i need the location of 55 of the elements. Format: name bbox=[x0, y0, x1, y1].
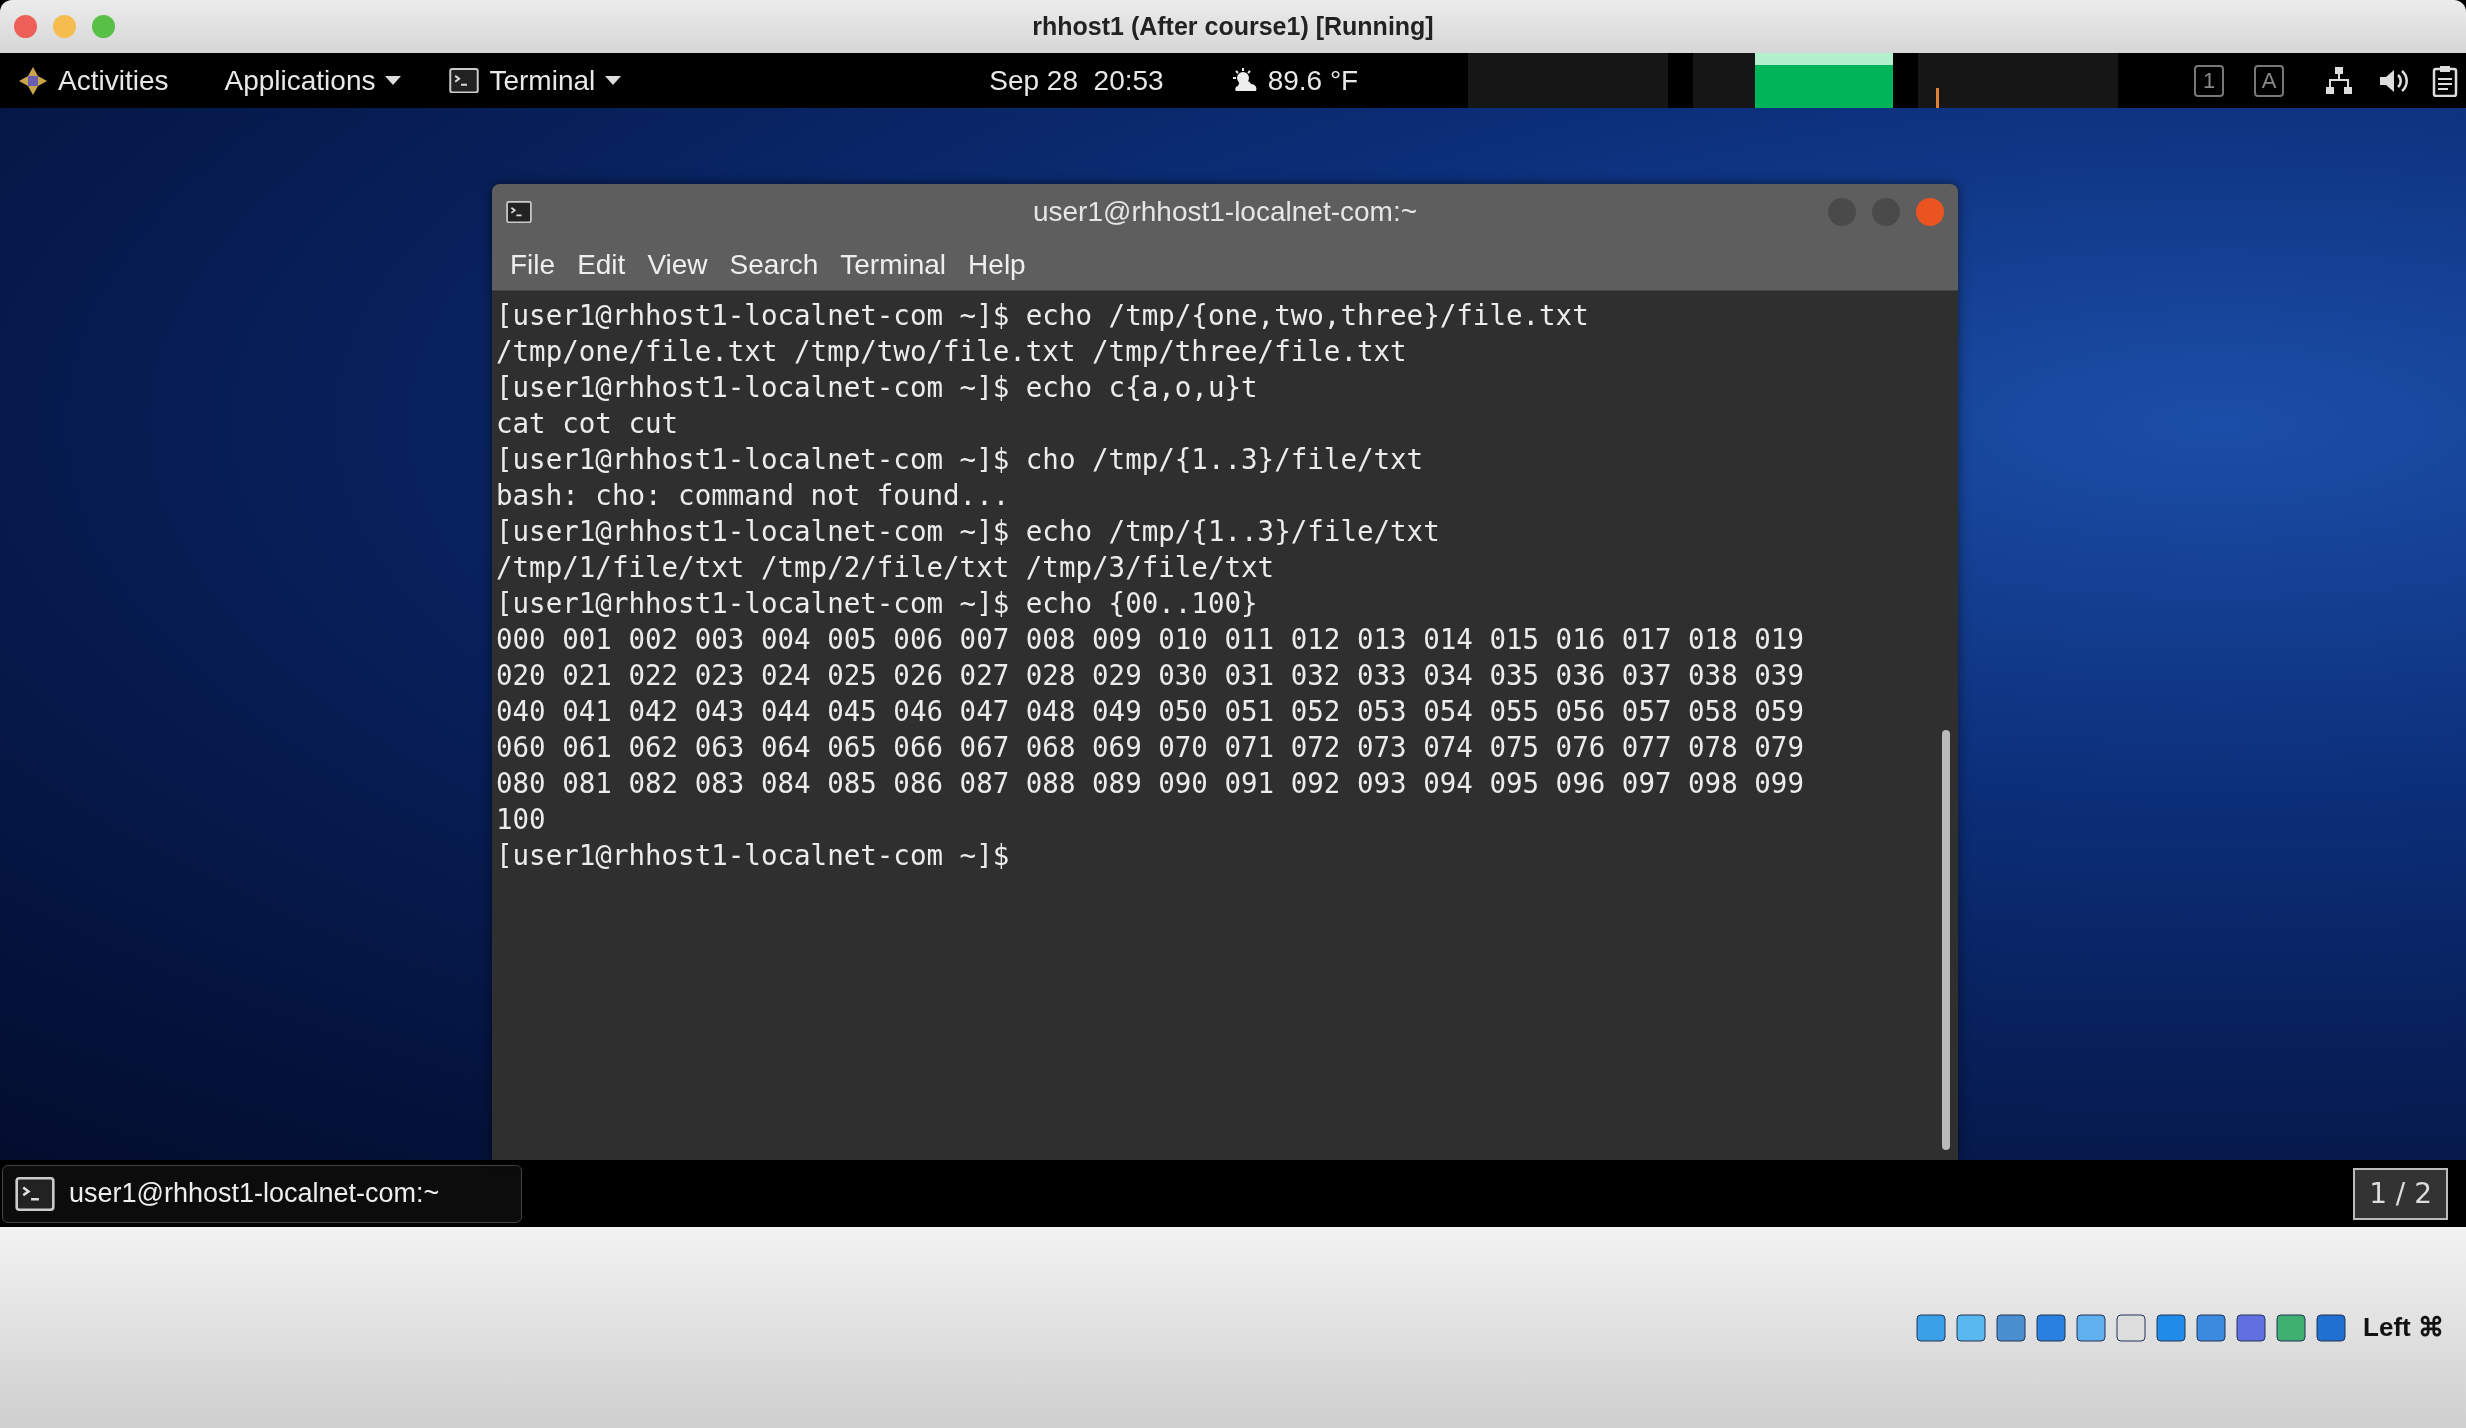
terminal-line: /tmp/1/file/txt /tmp/2/file/txt /tmp/3/file/txt bbox=[496, 550, 1275, 585]
menu-item[interactable]: File bbox=[502, 249, 564, 281]
window-title: rhhost1 (After course1) [Running] bbox=[1032, 12, 1434, 41]
app-menu[interactable]: Terminal bbox=[449, 64, 622, 97]
menu-item[interactable]: Edit bbox=[569, 249, 634, 281]
indicator-badge[interactable]: 1 bbox=[2194, 64, 2224, 97]
terminal-title: user1@rhhost1-localnet-com:~ bbox=[1032, 196, 1417, 228]
caret-icon bbox=[605, 75, 622, 86]
terminal-line: 020 021 022 023 024 025 026 027 028 029 030 031 032 033 034 035 036 037 038 039 bbox=[496, 658, 1804, 693]
weather-reading[interactable]: 89.6 °F bbox=[1267, 64, 1359, 97]
workspace-switcher[interactable]: 1 / 2 bbox=[2353, 1167, 2448, 1220]
menu-item[interactable]: Help bbox=[960, 249, 1034, 281]
terminal-icon bbox=[449, 67, 480, 94]
clock[interactable]: Sep 28 20:53 bbox=[989, 64, 1164, 97]
device-icon[interactable] bbox=[1955, 1311, 1988, 1344]
terminal-icon bbox=[506, 200, 532, 224]
terminal-icon bbox=[15, 1176, 55, 1211]
terminal-line: [user1@rhhost1-localnet-com ~]$ echo /tmp/{one,two,three}/file.txt bbox=[496, 298, 1589, 333]
terminal-line: [user1@rhhost1-localnet-com ~]$ echo {00..100} bbox=[496, 586, 1258, 621]
menu-item[interactable]: Search bbox=[721, 249, 827, 281]
terminal-line: bash: cho: command not found... bbox=[496, 478, 1010, 513]
scrollbar-thumb[interactable] bbox=[1942, 730, 1950, 1150]
device-icon[interactable] bbox=[2155, 1311, 2188, 1344]
device-icon[interactable] bbox=[2035, 1311, 2068, 1344]
device-icon[interactable] bbox=[1995, 1311, 2028, 1344]
device-icon[interactable] bbox=[2075, 1311, 2108, 1344]
terminal-line: [user1@rhhost1-localnet-com ~]$ cho /tmp/{1..3}/file/txt bbox=[496, 442, 1424, 477]
logo-icon bbox=[18, 65, 48, 96]
close-button[interactable] bbox=[14, 15, 37, 38]
indicator-badge[interactable]: A bbox=[2254, 64, 2284, 97]
device-icon[interactable] bbox=[2115, 1311, 2148, 1344]
applications-menu[interactable]: Applications bbox=[224, 64, 402, 97]
host-key-label: Left ⌘ bbox=[2363, 1312, 2444, 1343]
terminal-line: [user1@rhhost1-localnet-com ~]$ bbox=[496, 838, 1010, 873]
device-icon[interactable] bbox=[2315, 1311, 2348, 1344]
caret-icon bbox=[385, 75, 402, 86]
clipboard-icon[interactable] bbox=[2432, 64, 2458, 97]
device-icon[interactable] bbox=[2195, 1311, 2228, 1344]
terminal-line: /tmp/one/file.txt /tmp/two/file.txt /tmp/three/file.txt bbox=[496, 334, 1407, 369]
terminal-line: 080 081 082 083 084 085 086 087 088 089 090 091 092 093 094 095 096 097 098 099 bbox=[496, 766, 1804, 801]
device-icon[interactable] bbox=[2235, 1311, 2268, 1344]
activities-button[interactable]: Activities bbox=[58, 64, 169, 97]
device-icon[interactable] bbox=[1915, 1311, 1948, 1344]
terminal-line: 040 041 042 043 044 045 046 047 048 049 050 051 052 053 054 055 056 057 058 059 bbox=[496, 694, 1804, 729]
network-icon[interactable] bbox=[2324, 66, 2354, 95]
menu-item[interactable]: View bbox=[639, 249, 716, 281]
menu-item[interactable]: Terminal bbox=[832, 249, 955, 281]
terminal-line: 100 bbox=[496, 802, 546, 837]
terminal-line: 000 001 002 003 004 005 006 007 008 009 010 011 012 013 014 015 016 017 018 019 bbox=[496, 622, 1804, 657]
terminal-line: [user1@rhhost1-localnet-com ~]$ echo c{a,o,u}t bbox=[496, 370, 1258, 405]
device-icon[interactable] bbox=[2275, 1311, 2308, 1344]
taskbar-window-button[interactable]: user1@rhhost1-localnet-com:~ bbox=[2, 1164, 522, 1223]
terminal-line: [user1@rhhost1-localnet-com ~]$ echo /tmp/{1..3}/file/txt bbox=[496, 514, 1440, 549]
terminal-line: 060 061 062 063 064 065 066 067 068 069 070 071 072 073 074 075 076 077 078 079 bbox=[496, 730, 1804, 765]
terminal-line: cat cot cut bbox=[496, 406, 679, 441]
